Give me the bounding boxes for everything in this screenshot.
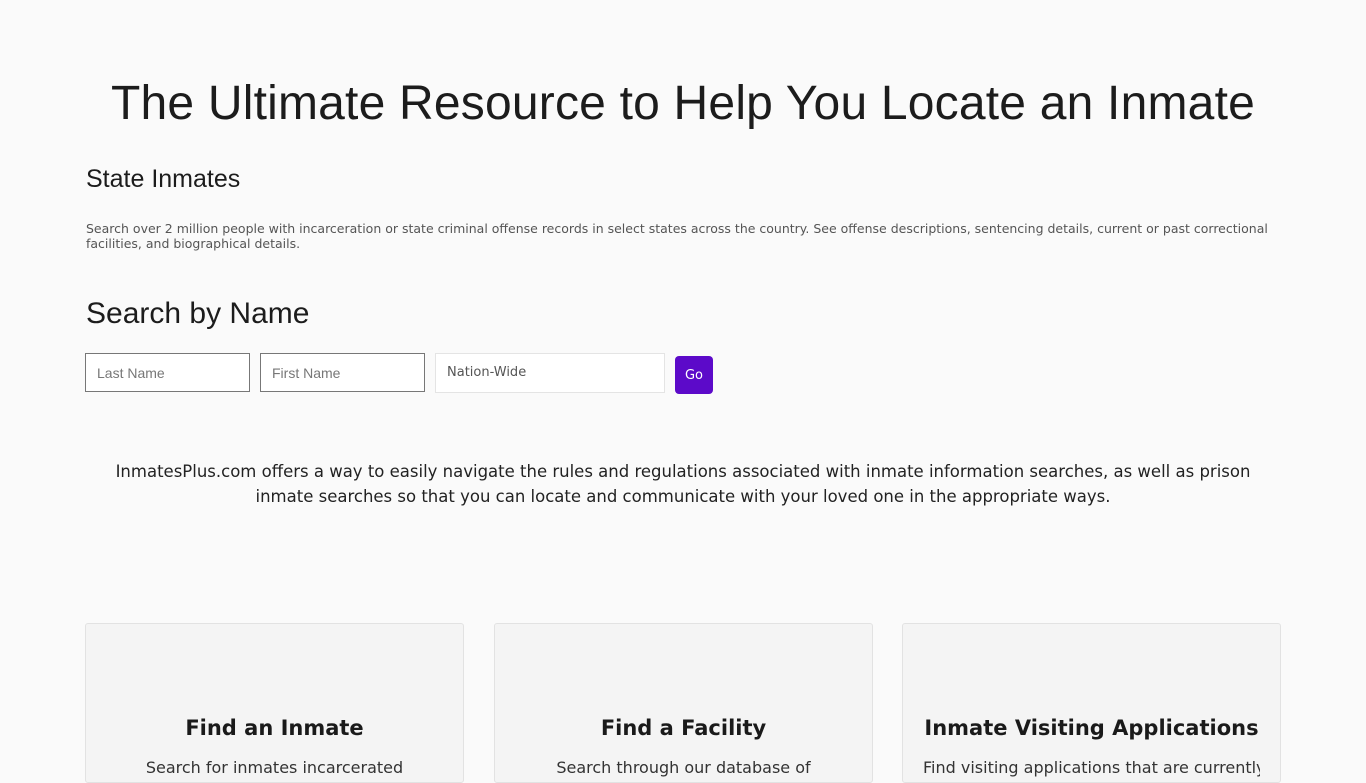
state-inmates-description: Search over 2 million people with incarc…: [86, 221, 1268, 251]
card-find-inmate[interactable]: Find an Inmate Search for inmates incarc…: [85, 623, 464, 783]
intro-paragraph: InmatesPlus.com offers a way to easily n…: [115, 462, 1251, 506]
go-button[interactable]: Go: [675, 356, 713, 394]
card-text: Search for inmates incarcerated: [145, 758, 404, 777]
last-name-input[interactable]: [85, 353, 250, 392]
search-by-name-heading: Search by Name: [86, 297, 310, 330]
card-text: Find visiting applications that are curr…: [923, 758, 1260, 777]
card-title: Inmate Visiting Applications: [924, 716, 1259, 740]
card-title: Find a Facility: [600, 716, 767, 740]
card-visiting-applications[interactable]: Inmate Visiting Applications Find visiti…: [902, 623, 1281, 783]
card-title: Find an Inmate: [185, 716, 364, 740]
first-name-input[interactable]: [260, 353, 425, 392]
page-title: The Ultimate Resource to Help You Locate…: [111, 77, 1255, 130]
card-text: Search through our database of: [556, 758, 811, 777]
state-inmates-heading: State Inmates: [86, 165, 241, 193]
card-find-facility[interactable]: Find a Facility Search through our datab…: [494, 623, 873, 783]
state-select[interactable]: Nation-Wide: [435, 353, 665, 393]
